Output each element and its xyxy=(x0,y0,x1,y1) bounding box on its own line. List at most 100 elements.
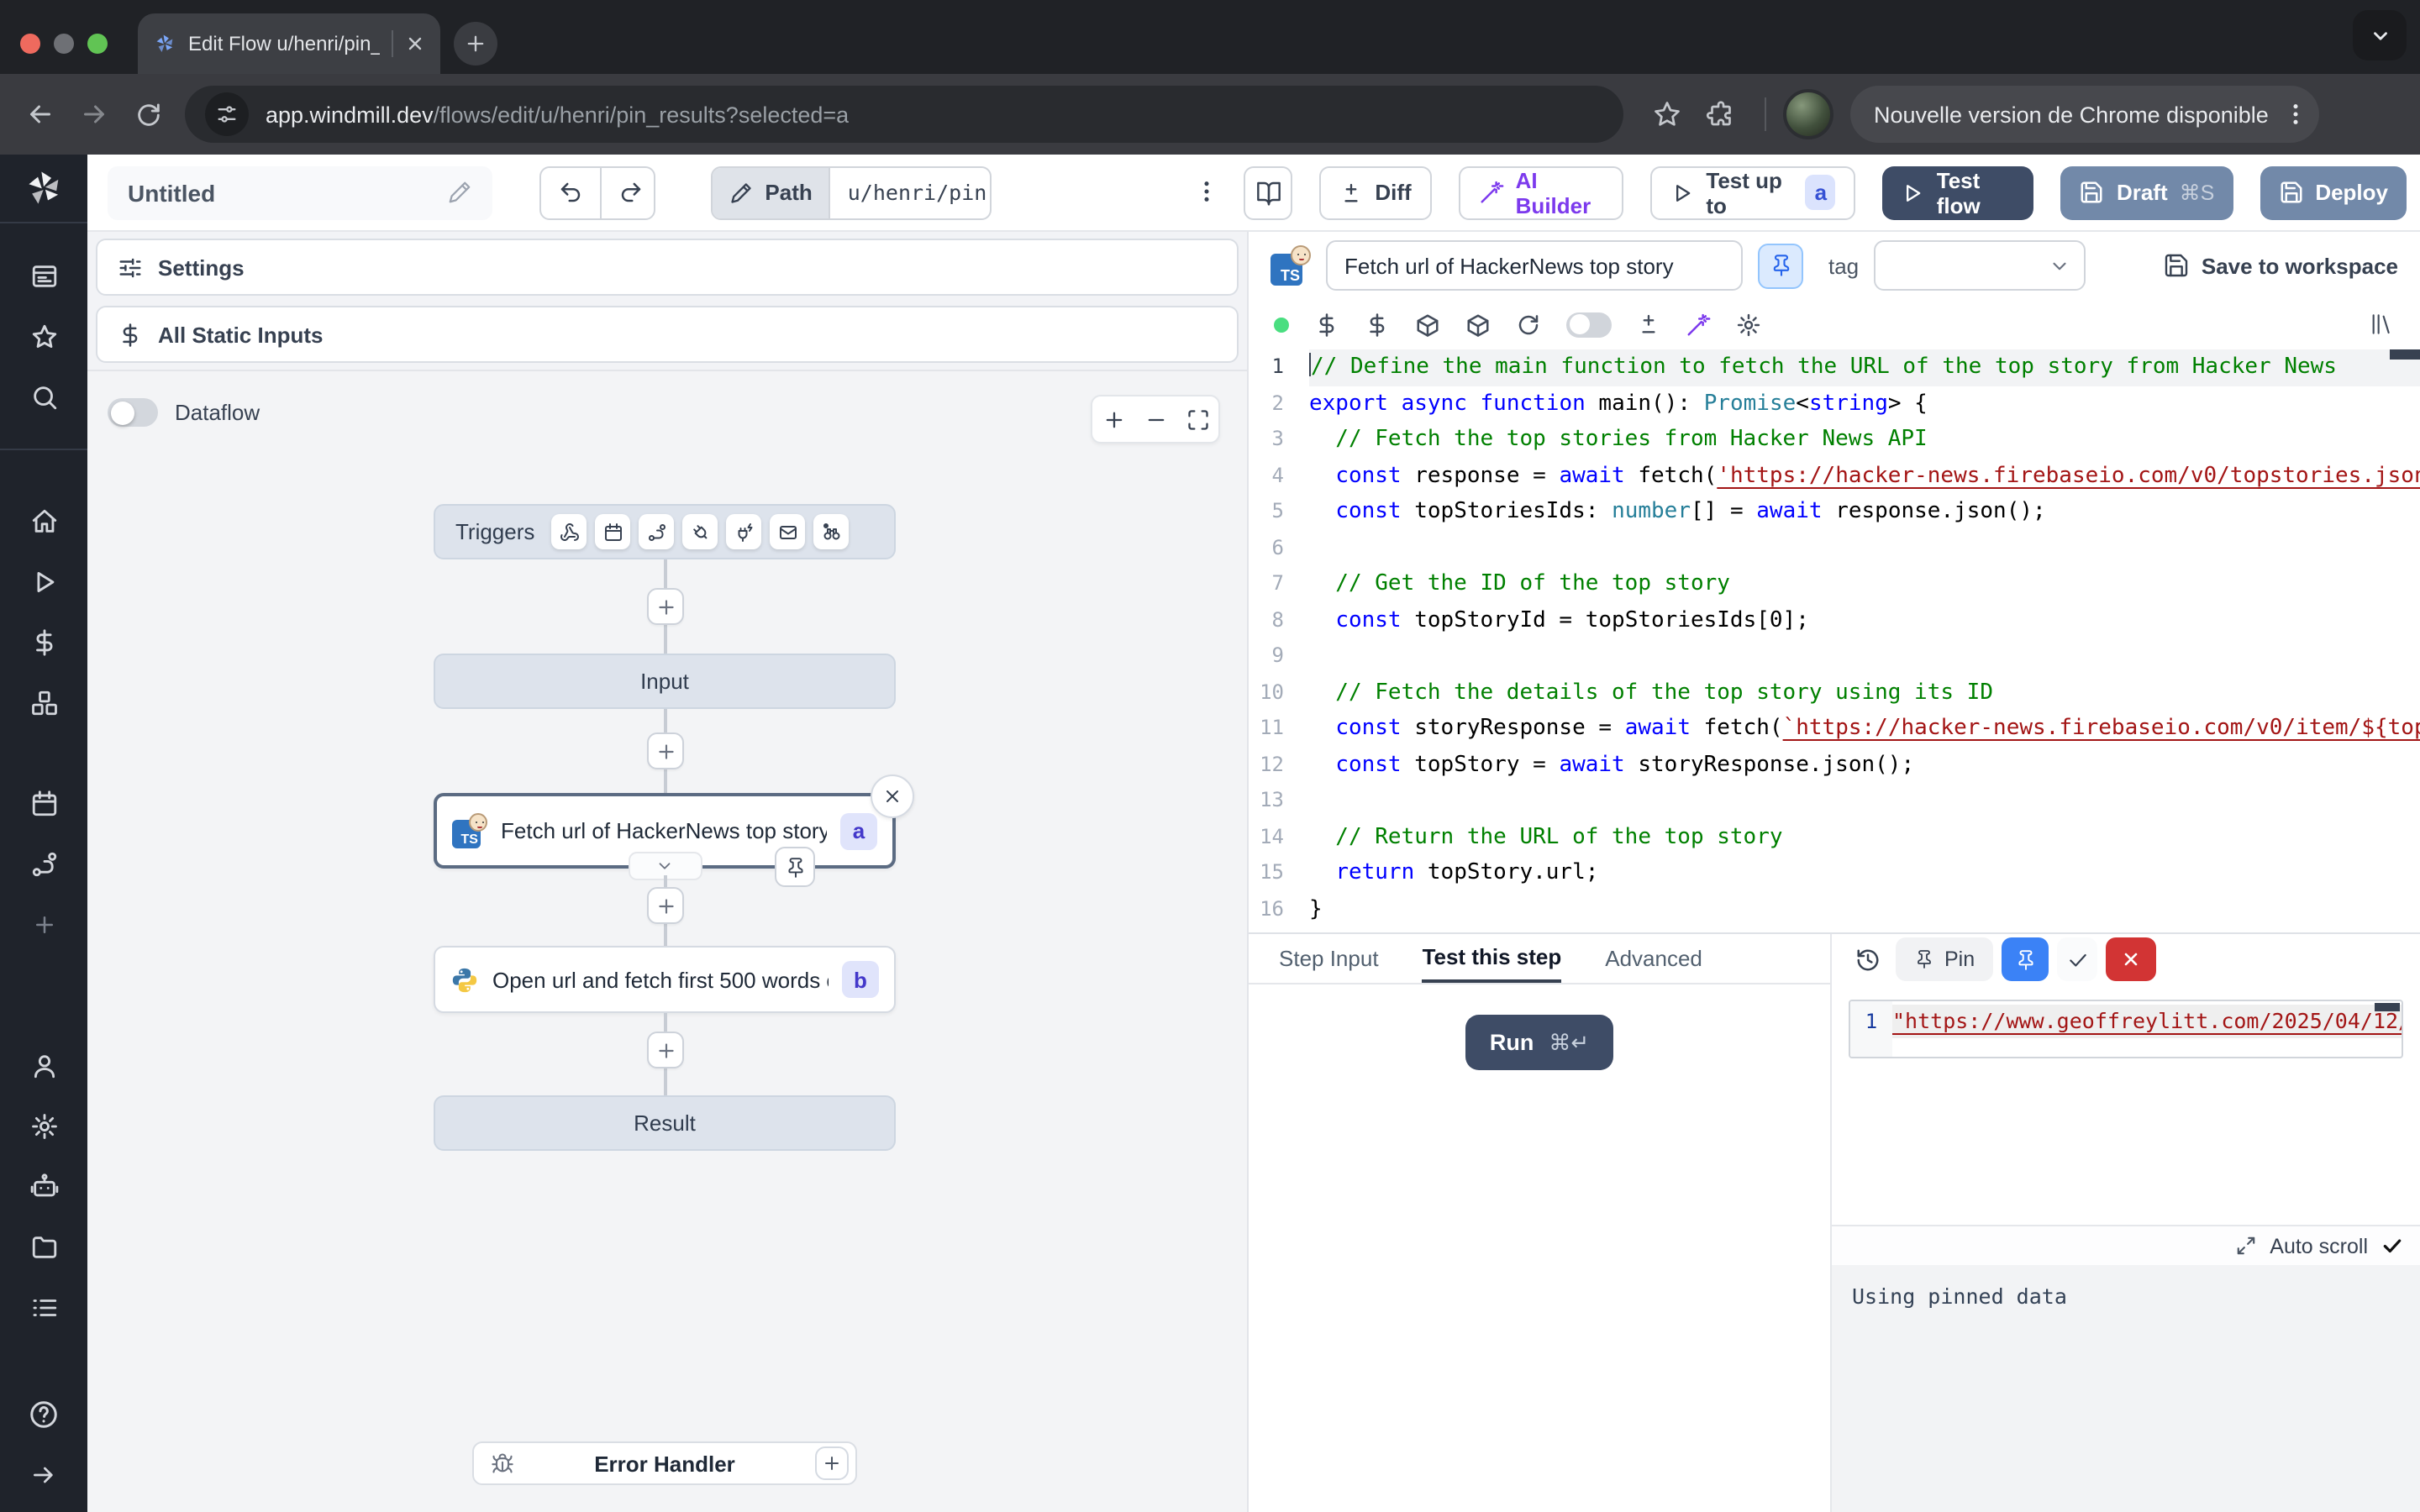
sidebar-item-help[interactable] xyxy=(0,1384,87,1445)
all-static-inputs-row[interactable]: All Static Inputs xyxy=(96,306,1239,363)
sidebar-item-workers[interactable] xyxy=(0,1156,87,1216)
insert-step-button-1[interactable] xyxy=(647,588,684,625)
redo-button[interactable] xyxy=(601,167,656,218)
triggers-node[interactable]: Triggers xyxy=(434,504,896,559)
deploy-button[interactable]: Deploy xyxy=(2260,165,2407,219)
sidebar-item-settings[interactable] xyxy=(0,1095,87,1156)
windmill-logo[interactable] xyxy=(0,155,87,222)
step-node-b[interactable]: Open url and fetch first 500 words of ..… xyxy=(434,946,896,1013)
chrome-update-pill[interactable]: Nouvelle version de Chrome disponible xyxy=(1850,86,2319,143)
poll-trigger-icon[interactable] xyxy=(813,514,849,549)
remove-step-button[interactable] xyxy=(871,774,914,818)
window-controls[interactable] xyxy=(0,34,124,74)
flow-name-button[interactable]: Untitled xyxy=(108,165,493,219)
undo-button[interactable] xyxy=(542,167,601,218)
pinned-step-icon[interactable] xyxy=(775,847,815,887)
schedule-trigger-icon[interactable] xyxy=(595,514,630,549)
flow-settings-row[interactable]: Settings xyxy=(96,239,1239,296)
flow-graph-canvas[interactable]: Dataflow Triggers xyxy=(87,370,1247,1512)
editor-scrollbar-thumb[interactable] xyxy=(2390,349,2420,360)
http-route-trigger-icon[interactable] xyxy=(639,514,674,549)
tab-search-button[interactable] xyxy=(2353,10,2407,60)
zoom-in-button[interactable] xyxy=(1092,396,1134,442)
editor-diff-icon[interactable] xyxy=(1637,312,1660,336)
test-flow-button[interactable]: Test flow xyxy=(1883,165,2034,219)
auto-scroll-checkbox[interactable] xyxy=(2381,1235,2403,1257)
address-bar[interactable]: app.windmill.dev/flows/edit/u/henri/pin_… xyxy=(185,86,1623,143)
package-icon[interactable] xyxy=(1415,312,1440,337)
pinned-result-editor[interactable]: 1 "https://www.geoffreylitt.com/2025/04/… xyxy=(1849,1000,2403,1058)
site-info-icon[interactable] xyxy=(205,92,249,136)
docs-book-button[interactable] xyxy=(1244,165,1293,219)
bookmark-star-icon[interactable] xyxy=(1640,87,1694,141)
test-up-to-step-badge[interactable]: a xyxy=(1806,175,1836,210)
webhook-trigger-icon[interactable] xyxy=(551,514,587,549)
zoom-out-button[interactable] xyxy=(1134,396,1176,442)
input-node[interactable]: Input xyxy=(434,654,896,709)
step-node-a[interactable]: TS Fetch url of HackerNews top story a xyxy=(434,793,896,869)
accept-check-button[interactable] xyxy=(2057,937,2097,981)
forward-button[interactable] xyxy=(67,87,121,141)
sidebar-item-logs[interactable] xyxy=(0,1277,87,1337)
package-icon-2[interactable] xyxy=(1465,312,1491,337)
ai-builder-button[interactable]: AI Builder xyxy=(1459,165,1624,219)
dataflow-toggle[interactable] xyxy=(108,398,158,427)
email-trigger-icon[interactable] xyxy=(770,514,805,549)
insert-step-button-4[interactable] xyxy=(647,1032,684,1068)
browser-tab[interactable]: Edit Flow u/henri/pin_results xyxy=(138,13,440,74)
sidebar-item-users[interactable] xyxy=(0,1035,87,1095)
insert-step-button-2[interactable] xyxy=(647,732,684,769)
websocket-trigger-icon[interactable] xyxy=(726,514,761,549)
sidebar-item-triggers[interactable] xyxy=(0,833,87,894)
sidebar-item-add[interactable] xyxy=(0,894,87,954)
plug-trigger-icon[interactable] xyxy=(682,514,718,549)
tab-close-icon[interactable] xyxy=(405,34,425,54)
editor-settings-gear-icon[interactable] xyxy=(1736,312,1761,337)
browser-menu-kebab-icon[interactable] xyxy=(2282,101,2309,128)
pinned-active-button[interactable] xyxy=(2002,937,2049,981)
sidebar-item-home[interactable] xyxy=(0,491,87,551)
code-editor[interactable]: 1// Define the main function to fetch th… xyxy=(1249,349,2420,932)
sidebar-item-runs[interactable] xyxy=(0,551,87,612)
reload-button[interactable] xyxy=(121,87,175,141)
back-button[interactable] xyxy=(13,87,67,141)
expand-icon[interactable] xyxy=(2234,1235,2256,1257)
error-handler-node[interactable]: Error Handler xyxy=(472,1441,857,1485)
add-error-handler-button[interactable] xyxy=(815,1446,849,1480)
result-node[interactable]: Result xyxy=(434,1095,896,1151)
profile-avatar[interactable] xyxy=(1783,89,1833,139)
clear-pin-button[interactable] xyxy=(2106,937,2156,981)
result-scrollbar-thumb[interactable] xyxy=(2375,1003,2400,1011)
editor-ai-wand-icon[interactable] xyxy=(1686,312,1711,337)
new-tab-button[interactable] xyxy=(454,22,497,66)
variables-dollar-icon[interactable] xyxy=(1314,312,1339,337)
step-name-input[interactable] xyxy=(1326,240,1743,291)
history-icon[interactable] xyxy=(1847,937,1887,981)
path-value[interactable]: u/henri/pin xyxy=(829,167,992,218)
close-window-button[interactable] xyxy=(20,34,40,54)
minimize-window-button[interactable] xyxy=(54,34,74,54)
edit-name-pencil-icon[interactable] xyxy=(448,180,473,205)
pin-toggle-button[interactable] xyxy=(1758,243,1803,288)
sidebar-item-favorites[interactable] xyxy=(0,306,87,366)
reset-refresh-icon[interactable] xyxy=(1516,312,1541,337)
edit-path-button[interactable]: Path xyxy=(713,167,829,218)
sidebar-item-resources[interactable] xyxy=(0,672,87,732)
sidebar-expand-icon[interactable] xyxy=(0,1445,87,1505)
tab-step-input[interactable]: Step Input xyxy=(1279,934,1379,983)
library-icon[interactable] xyxy=(2368,311,2395,338)
zoom-window-button[interactable] xyxy=(87,34,108,54)
resources-dollar-icon[interactable] xyxy=(1365,312,1390,337)
sidebar-item-folders[interactable] xyxy=(0,1216,87,1277)
run-button[interactable]: Run ⌘↵ xyxy=(1466,1015,1612,1070)
zoom-fit-button[interactable] xyxy=(1176,396,1218,442)
test-up-to-button[interactable]: Test up to a xyxy=(1650,165,1855,219)
editor-toggle[interactable] xyxy=(1566,312,1612,337)
sidebar-item-search[interactable] xyxy=(0,366,87,427)
sidebar-item-apps[interactable] xyxy=(0,245,87,306)
url-text[interactable]: app.windmill.dev/flows/edit/u/henri/pin_… xyxy=(266,102,849,127)
tab-test-this-step[interactable]: Test this step xyxy=(1423,934,1562,983)
save-to-workspace-button[interactable]: Save to workspace xyxy=(2163,252,2398,279)
diff-button[interactable]: Diff xyxy=(1319,165,1431,219)
sidebar-item-variables[interactable] xyxy=(0,612,87,672)
